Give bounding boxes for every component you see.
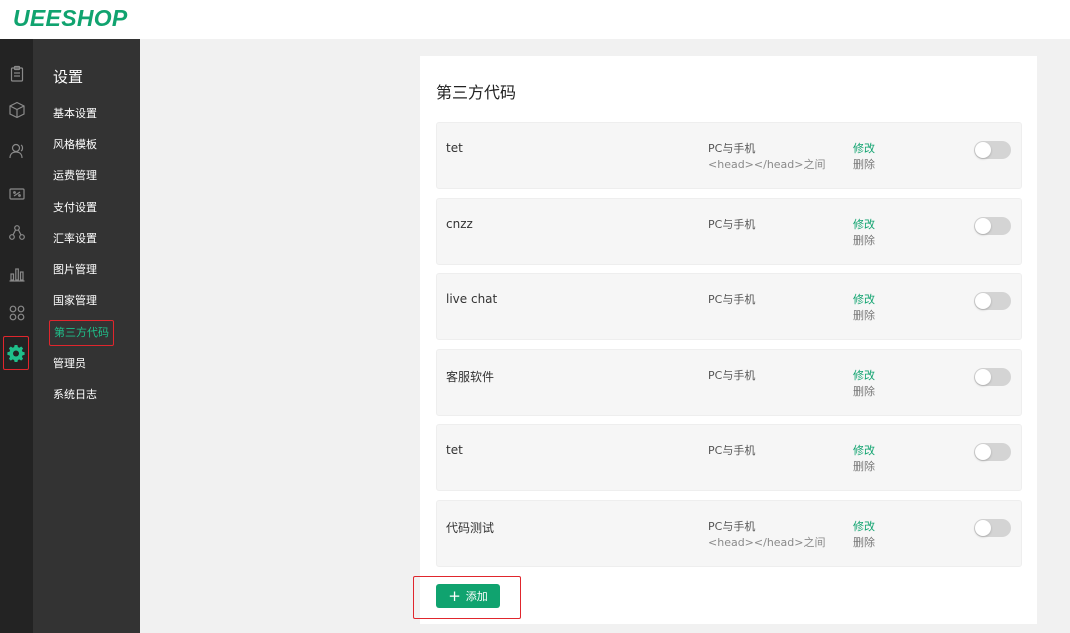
delete-link[interactable]: 删除: [853, 535, 875, 551]
code-name: tet: [446, 443, 463, 457]
list-item: 客服软件 PC与手机 修改 删除: [436, 349, 1022, 416]
toggle-knob: [975, 218, 991, 234]
code-name: tet: [446, 141, 463, 155]
top-bar: UEESHOP: [0, 0, 1070, 39]
add-button[interactable]: + 添加: [436, 584, 500, 608]
menu-item-third-party-code[interactable]: 第三方代码: [49, 320, 114, 346]
list-item: live chat PC与手机 修改 删除: [436, 273, 1022, 340]
menu-item-admins[interactable]: 管理员: [53, 355, 86, 373]
products-icon[interactable]: [0, 93, 33, 126]
add-button-label: 添加: [465, 590, 488, 603]
edit-link[interactable]: 修改: [853, 141, 875, 157]
menu-item-payment[interactable]: 支付设置: [53, 199, 97, 217]
menu-item-system-log[interactable]: 系统日志: [53, 386, 97, 404]
toggle-knob: [975, 444, 991, 460]
code-platform: PC与手机 <head></head>之间: [708, 519, 826, 551]
platform-label: PC与手机: [708, 520, 756, 533]
menu-item-exchange-rate[interactable]: 汇率设置: [53, 230, 97, 248]
enable-toggle[interactable]: [974, 217, 1011, 235]
toggle-knob: [975, 520, 991, 536]
list-item: tet PC与手机 <head></head>之间 修改 删除: [436, 122, 1022, 189]
platform-label: PC与手机: [708, 218, 756, 231]
code-platform: PC与手机: [708, 217, 755, 233]
row-actions: 修改 删除: [853, 217, 875, 249]
row-actions: 修改 删除: [853, 292, 875, 324]
menu-title: 设置: [53, 68, 84, 86]
menu-item-style-template[interactable]: 风格模板: [53, 136, 97, 154]
edit-link[interactable]: 修改: [853, 519, 875, 535]
plugins-icon[interactable]: [0, 296, 33, 329]
enable-toggle[interactable]: [974, 141, 1011, 159]
icon-rail: [0, 39, 33, 633]
toggle-knob: [975, 142, 991, 158]
platform-label: PC与手机: [708, 142, 756, 155]
users-icon[interactable]: [0, 134, 33, 167]
row-actions: 修改 删除: [853, 141, 875, 173]
delete-link[interactable]: 删除: [853, 233, 875, 249]
toggle-knob: [975, 293, 991, 309]
coupons-icon[interactable]: [0, 177, 33, 210]
menu-item-countries[interactable]: 国家管理: [53, 292, 97, 310]
code-name: live chat: [446, 292, 498, 306]
enable-toggle[interactable]: [974, 368, 1011, 386]
code-platform: PC与手机: [708, 292, 755, 308]
edit-link[interactable]: 修改: [853, 292, 875, 308]
platform-label: PC与手机: [708, 444, 756, 457]
edit-link[interactable]: 修改: [853, 217, 875, 233]
row-actions: 修改 删除: [853, 519, 875, 551]
code-platform: PC与手机: [708, 443, 755, 459]
enable-toggle[interactable]: [974, 443, 1011, 461]
orders-icon[interactable]: [0, 57, 33, 90]
code-platform: PC与手机 <head></head>之间: [708, 141, 826, 173]
code-name: 代码测试: [446, 521, 495, 535]
list-item: 代码测试 PC与手机 <head></head>之间 修改 删除: [436, 500, 1022, 567]
position-label: <head></head>之间: [708, 536, 826, 549]
settings-icon[interactable]: [3, 336, 29, 370]
list-item: cnzz PC与手机 修改 删除: [436, 198, 1022, 265]
platform-label: PC与手机: [708, 293, 756, 306]
edit-link[interactable]: 修改: [853, 368, 875, 384]
delete-link[interactable]: 删除: [853, 384, 875, 400]
apps-icon[interactable]: [0, 216, 33, 249]
menu-item-shipping[interactable]: 运费管理: [53, 167, 97, 185]
row-actions: 修改 删除: [853, 368, 875, 400]
page-title: 第三方代码: [436, 83, 517, 102]
delete-link[interactable]: 删除: [853, 157, 875, 173]
list-item: tet PC与手机 修改 删除: [436, 424, 1022, 491]
row-actions: 修改 删除: [853, 443, 875, 475]
enable-toggle[interactable]: [974, 519, 1011, 537]
code-name: 客服软件: [446, 370, 495, 384]
code-platform: PC与手机: [708, 368, 755, 384]
platform-label: PC与手机: [708, 369, 756, 382]
delete-link[interactable]: 删除: [853, 459, 875, 475]
third-party-code-panel: 第三方代码 tet PC与手机 <head></head>之间 修改 删除 cn…: [420, 56, 1037, 624]
code-name: cnzz: [446, 217, 473, 231]
logo[interactable]: UEESHOP: [13, 5, 128, 32]
edit-link[interactable]: 修改: [853, 443, 875, 459]
toggle-knob: [975, 369, 991, 385]
position-label: <head></head>之间: [708, 158, 826, 171]
stats-icon[interactable]: [0, 257, 33, 290]
delete-link[interactable]: 删除: [853, 308, 875, 324]
settings-menu: 设置 基本设置 风格模板 运费管理 支付设置 汇率设置 图片管理 国家管理 第三…: [33, 39, 140, 633]
plus-icon: +: [448, 587, 461, 605]
enable-toggle[interactable]: [974, 292, 1011, 310]
menu-item-basic-settings[interactable]: 基本设置: [53, 105, 97, 123]
menu-item-images[interactable]: 图片管理: [53, 261, 97, 279]
